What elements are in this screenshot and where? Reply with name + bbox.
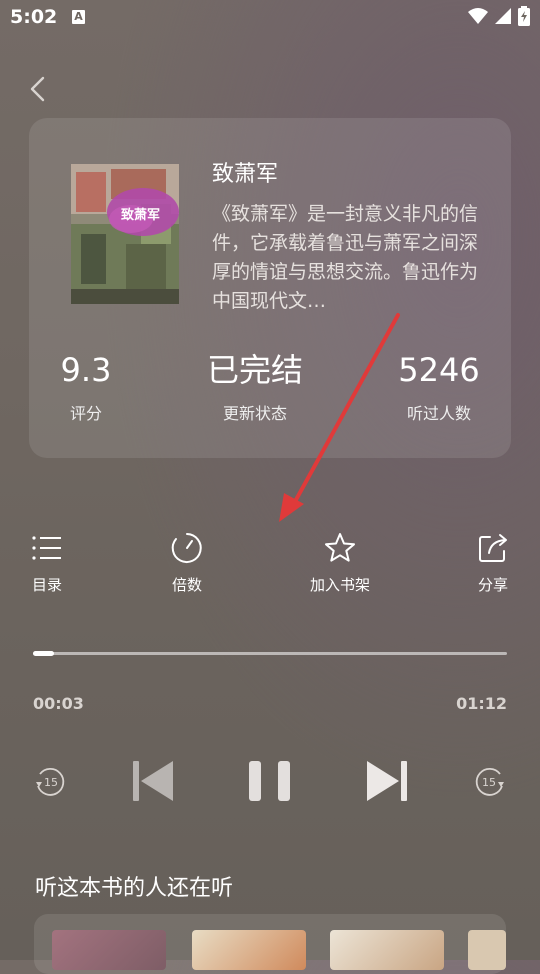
recommend-section-title: 听这本书的人还在听 [35,876,234,901]
status-label: 更新状态 [222,404,287,423]
rating-value: 9.3 [60,351,112,389]
rewind-seconds: 15 [44,776,58,789]
recommend-item[interactable] [192,930,306,970]
add-to-shelf-button[interactable]: 加入书架 [300,530,380,595]
skip-previous-icon [133,761,173,801]
back-button[interactable] [24,74,54,104]
catalog-label: 目录 [31,576,62,594]
share-label: 分享 [477,576,508,594]
stat-status: 已完结 更新状态 [195,350,315,424]
forward-15-button[interactable]: 15 [472,764,508,800]
recommend-item[interactable] [330,930,444,970]
forward-seconds: 15 [482,776,496,789]
battery-icon [518,6,530,26]
list-icon [32,536,61,560]
status-bar: 5:02 A [0,0,540,36]
star-icon [325,533,355,562]
recommend-list[interactable] [34,914,506,974]
rating-label: 评分 [69,404,102,423]
status-value: 已完结 [206,351,303,389]
stat-listeners: 5246 听过人数 [384,350,494,424]
signal-icon [495,8,511,24]
listeners-label: 听过人数 [406,404,471,423]
wifi-icon [468,8,488,24]
pause-icon [249,761,290,801]
status-time: 5:02 [10,6,58,28]
share-button[interactable]: 分享 [453,530,533,595]
book-info-card: 致萧军 致萧军 《致萧军》是一封意义非凡的信件，它承载着鲁迅与萧军之间深厚的情谊… [29,118,511,458]
recommend-item[interactable] [52,930,166,970]
stat-rating: 9.3 评分 [41,350,131,424]
total-time: 01:12 [456,694,507,713]
notification-a-icon: A [72,10,85,24]
speed-label: 倍数 [171,576,202,594]
listeners-value: 5246 [398,351,480,389]
speed-icon [171,533,202,563]
previous-button[interactable] [132,760,174,802]
skip-next-icon [367,761,407,801]
chevron-left-icon [30,76,45,102]
forward-15-icon: 15 [475,767,504,796]
rewind-15-icon: 15 [36,767,65,796]
book-cover-art [71,164,179,304]
rewind-15-button[interactable]: 15 [32,764,68,800]
add-to-shelf-label: 加入书架 [309,576,370,594]
book-description[interactable]: 《致萧军》是一封意义非凡的信件，它承载着鲁迅与萧军之间深厚的情谊与思想交流。鲁迅… [212,200,482,316]
cover-title: 致萧军 [121,208,161,223]
book-title: 致萧军 [212,162,279,187]
current-time: 00:03 [33,694,84,713]
recommend-item[interactable] [468,930,506,970]
share-icon [479,534,507,562]
catalog-button[interactable]: 目录 [7,530,87,595]
status-icons [468,6,530,26]
book-cover[interactable]: 致萧军 [71,164,179,304]
speed-button[interactable]: 倍数 [147,530,227,595]
pause-button[interactable] [249,761,291,801]
progress-fill[interactable] [33,651,55,656]
next-button[interactable] [366,760,408,802]
progress-bar[interactable] [33,651,507,656]
